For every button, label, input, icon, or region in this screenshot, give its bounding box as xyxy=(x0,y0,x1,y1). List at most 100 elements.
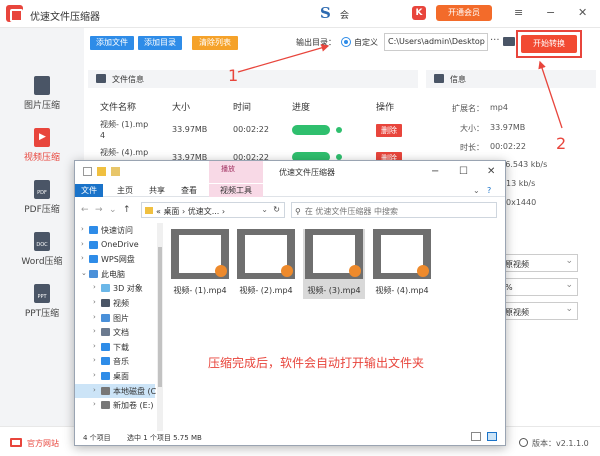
minimize-icon[interactable]: − xyxy=(431,166,439,177)
folder-icon[interactable] xyxy=(503,37,515,46)
sidebar-item-ppt[interactable]: PPT PPT压缩 xyxy=(0,278,84,330)
chevron-down-icon[interactable]: ⌄ xyxy=(109,205,117,215)
details-view-icon[interactable] xyxy=(471,432,481,441)
scroll-thumb[interactable] xyxy=(158,247,162,387)
tree-item[interactable]: › 3D 对象 xyxy=(75,281,155,295)
chevron-right-icon[interactable]: › xyxy=(93,313,96,321)
website-link[interactable]: 官方网站 xyxy=(27,438,59,449)
tree-item[interactable]: › 本地磁盘 (C:) xyxy=(75,383,162,398)
info-label: 大小： xyxy=(460,124,484,133)
chevron-down-icon[interactable]: ⌄ xyxy=(81,269,87,277)
close-icon[interactable]: ✕ xyxy=(578,6,587,19)
tree-item[interactable]: › 图片 xyxy=(75,311,155,325)
word-icon-tag: DOC xyxy=(36,242,48,248)
sidebar-item-pdf[interactable]: PDF PDF压缩 xyxy=(0,174,84,226)
tree-scrollbar[interactable] xyxy=(157,223,163,431)
file-name: 视频- (4).mp xyxy=(100,148,149,157)
column-header: 进度 xyxy=(292,103,311,113)
address-bar[interactable]: « 桌面 › 优速文... › ⌄ ↻ xyxy=(141,202,285,218)
start-button[interactable]: 开始转换 xyxy=(521,35,577,53)
chevron-right-icon[interactable]: › xyxy=(81,225,84,233)
navigation-tree: › 快速访问 › OneDrive › WPS网盘 ⌄ 此电脑 › 3D 对象 › 视频 › 图片 › 文档 ›… xyxy=(75,223,162,431)
menu-icon[interactable]: ≡ xyxy=(514,6,523,19)
close-icon[interactable]: ✕ xyxy=(487,166,495,177)
tree-item-label: 下载 xyxy=(113,342,129,352)
tree-node-icon xyxy=(101,299,110,307)
chevron-down-icon[interactable]: ⌄ xyxy=(473,184,480,197)
file-thumbnail[interactable]: 视频- (2).mp4 xyxy=(235,229,297,299)
custom-radio[interactable] xyxy=(341,37,351,47)
tree-item[interactable]: ⌄ 此电脑 xyxy=(75,267,155,281)
tree-node-icon xyxy=(89,269,98,278)
large-icons-view-icon[interactable] xyxy=(487,432,497,441)
chevron-right-icon[interactable]: › xyxy=(93,400,96,408)
file-thumbnail-selected[interactable]: 视频- (3).mp4 xyxy=(303,229,365,299)
tree-item[interactable]: › 文档 xyxy=(75,325,155,339)
properties-icon[interactable] xyxy=(97,167,106,176)
chevron-right-icon[interactable]: › xyxy=(93,283,96,291)
file-name: 视频- (1).mp xyxy=(100,120,149,129)
back-icon[interactable]: ← xyxy=(81,205,89,215)
tree-item[interactable]: › 下载 xyxy=(75,340,155,354)
format-select[interactable]: 原视频 xyxy=(500,302,578,320)
tree-item[interactable]: › OneDrive xyxy=(75,238,155,252)
website-icon[interactable] xyxy=(10,438,22,447)
delete-button[interactable]: 删除 xyxy=(376,124,402,137)
tree-item[interactable]: › 桌面 xyxy=(75,369,155,383)
file-label: 视频- (2).mp4 xyxy=(239,286,293,295)
k-icon[interactable]: K xyxy=(412,6,426,20)
info-label: 扩展名： xyxy=(452,104,484,113)
column-header: 时间 xyxy=(233,103,252,113)
add-dir-button[interactable]: 添加目录 xyxy=(138,36,182,50)
app-titlebar: 优速文件压缩器 S 会 K 开通会员 ≡ − ✕ xyxy=(0,0,600,28)
tree-item[interactable]: › 新加卷 (E:) xyxy=(75,398,155,412)
up-icon[interactable]: ↑ xyxy=(123,205,131,215)
chevron-right-icon[interactable]: › xyxy=(93,342,96,350)
chevron-right-icon[interactable]: › xyxy=(81,254,84,262)
quick-access-icon[interactable] xyxy=(83,167,92,176)
explorer-titlebar: 播放 优速文件压缩器 − ☐ ✕ xyxy=(75,161,505,183)
file-thumbnail[interactable]: 视频- (1).mp4 xyxy=(169,229,231,299)
sidebar-item-word[interactable]: DOC Word压缩 xyxy=(0,226,84,278)
output-path-input[interactable]: C:\Users\admin\Desktop xyxy=(384,33,488,51)
maximize-icon[interactable]: ☐ xyxy=(459,166,468,177)
chevron-right-icon[interactable]: › xyxy=(93,356,96,364)
minimize-icon[interactable]: − xyxy=(546,6,555,19)
chevron-down-icon[interactable]: ⌄ xyxy=(261,205,268,214)
vip-button[interactable]: 开通会员 xyxy=(436,5,492,21)
search-input[interactable]: ⚲ 在 优速文件压缩器 中搜索 xyxy=(291,202,497,218)
refresh-icon[interactable]: ↻ xyxy=(273,205,280,214)
tree-item[interactable]: › 快速访问 xyxy=(75,223,155,237)
chevron-right-icon[interactable]: › xyxy=(93,386,96,394)
sidebar-item-image[interactable]: 图片压缩 xyxy=(0,70,84,122)
annotation-text: 压缩完成后，软件会自动打开输出文件夹 xyxy=(208,356,425,370)
word-file-icon: DOC xyxy=(34,232,50,251)
file-thumbnail[interactable]: 视频- (4).mp4 xyxy=(371,229,433,299)
add-file-button[interactable]: 添加文件 xyxy=(90,36,134,50)
tab-video-tools[interactable]: 视频工具 xyxy=(209,184,263,197)
tree-item[interactable]: › WPS网盘 xyxy=(75,252,155,266)
tree-item[interactable]: › 视频 xyxy=(75,296,155,310)
image-file-icon xyxy=(34,76,50,95)
tree-node-icon xyxy=(89,226,98,234)
chevron-right-icon[interactable]: › xyxy=(93,371,96,379)
new-folder-icon[interactable] xyxy=(111,167,120,176)
clear-list-button[interactable]: 清除列表 xyxy=(192,36,238,50)
chevron-right-icon[interactable]: › xyxy=(93,298,96,306)
tab-file[interactable]: 文件 xyxy=(75,184,103,197)
tree-item-label: 快速访问 xyxy=(101,226,133,235)
info-panel-header: 信息 xyxy=(426,70,596,88)
quality-select[interactable]: 原视频 xyxy=(500,254,578,272)
more-button[interactable]: ··· xyxy=(490,35,500,46)
chevron-right-icon[interactable]: › xyxy=(81,240,84,248)
tree-item[interactable]: › 音乐 xyxy=(75,354,155,368)
tab-share[interactable]: 共享 xyxy=(149,184,165,197)
context-group-label: 播放 xyxy=(221,165,235,173)
tab-home[interactable]: 主页 xyxy=(117,184,133,197)
chevron-right-icon[interactable]: › xyxy=(93,327,96,335)
sidebar-item-video[interactable]: ▶ 视频压缩 xyxy=(0,122,84,174)
help-icon[interactable]: ? xyxy=(487,184,491,197)
ratio-select[interactable]: % xyxy=(500,278,578,296)
tab-view[interactable]: 查看 xyxy=(181,184,197,197)
forward-icon[interactable]: → xyxy=(95,205,103,215)
